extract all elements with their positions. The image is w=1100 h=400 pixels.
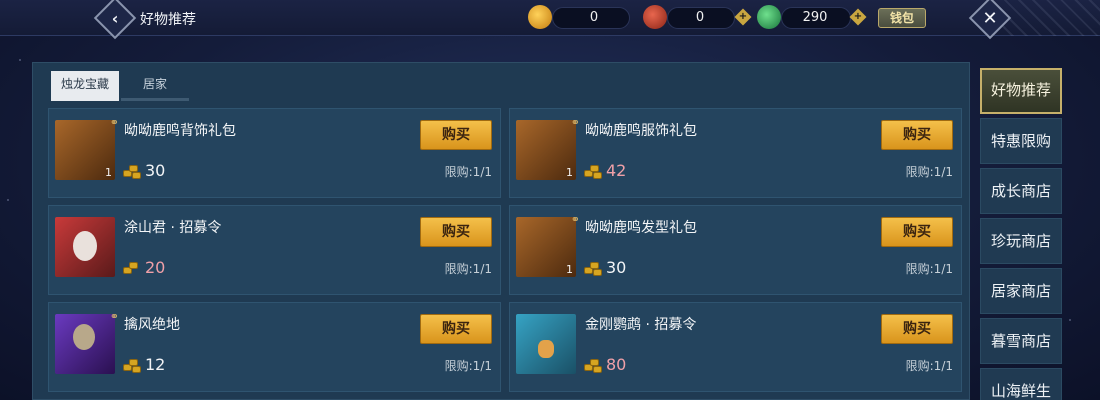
item-qty: 1: [105, 166, 112, 179]
plus-icon: +: [853, 11, 863, 22]
purchase-limit: 限购:1/1: [905, 165, 953, 179]
item-card: ⚭ 1 呦呦鹿鸣发型礼包 30 购买 限购:1/1: [509, 205, 962, 295]
link-icon: ⚭: [109, 116, 119, 129]
beak-icon: [538, 340, 554, 358]
gold-ingot-icon: [582, 356, 604, 374]
nav-item-treasure-shop[interactable]: 珍玩商店: [980, 218, 1062, 264]
balloon-icon: [73, 324, 95, 350]
top-bar: ‹ 好物推荐 0 0 + 290 + 钱包 ✕: [0, 0, 1100, 40]
buy-button[interactable]: 购买: [420, 120, 492, 150]
item-name: 金刚鹦鹉 · 招募令: [585, 317, 697, 333]
chevron-left-icon: ‹: [111, 8, 119, 28]
nav-item-special-offer[interactable]: 特惠限购: [980, 118, 1062, 164]
jade-icon: [757, 5, 781, 29]
item-card: 涂山君 · 招募令 20 购买 限购:1/1: [48, 205, 501, 295]
price-value: 30: [145, 161, 166, 180]
gift-box-thumbnail[interactable]: ⚭ 1: [516, 116, 580, 180]
mount-thumbnail[interactable]: ⚭: [55, 310, 119, 374]
tab-zhulong-treasure[interactable]: 烛龙宝藏: [51, 71, 119, 101]
nav-item-seafood-shop[interactable]: 山海鲜生: [980, 368, 1062, 400]
gold-ingot-icon: [528, 5, 552, 29]
gift-box-thumbnail[interactable]: ⚭ 1: [516, 213, 580, 277]
item-name: 擒风绝地: [124, 317, 180, 333]
close-icon: ✕: [982, 7, 998, 29]
item-card: ⚭ 1 呦呦鹿鸣服饰礼包 42 购买 限购:1/1: [509, 108, 962, 198]
link-icon: ⚭: [109, 310, 119, 323]
tab-bar: 烛龙宝藏 居家: [51, 71, 189, 101]
back-button[interactable]: ‹: [93, 0, 137, 40]
shop-category-nav: 好物推荐 特惠限购 成长商店 珍玩商店 居家商店 暮雪商店 山海鲜生: [980, 68, 1062, 400]
nav-item-growth-shop[interactable]: 成长商店: [980, 168, 1062, 214]
currency-gold: 0: [552, 7, 630, 29]
purchase-limit: 限购:1/1: [444, 262, 492, 276]
currency-jade: 290: [781, 7, 851, 29]
nav-item-home-shop[interactable]: 居家商店: [980, 268, 1062, 314]
price-value: 42: [606, 161, 627, 180]
item-price: 30: [121, 161, 165, 180]
price-value: 20: [145, 258, 166, 277]
item-name: 呦呦鹿鸣背饰礼包: [124, 123, 236, 139]
parrot-portrait-thumbnail[interactable]: [516, 314, 576, 374]
gold-ingot-icon: [121, 356, 143, 374]
price-value: 12: [145, 355, 166, 374]
item-price: 20: [121, 258, 165, 277]
gold-ingot-icon: [582, 259, 604, 277]
item-name: 涂山君 · 招募令: [124, 220, 222, 236]
item-card: 金刚鹦鹉 · 招募令 80 购买 限购:1/1: [509, 302, 962, 392]
item-price: 12: [121, 355, 165, 374]
buy-button[interactable]: 购买: [881, 314, 953, 344]
link-icon: ⚭: [570, 116, 580, 129]
buy-button[interactable]: 购买: [420, 314, 492, 344]
purchase-limit: 限购:1/1: [444, 165, 492, 179]
gold-ingot-icon: [582, 162, 604, 180]
wallet-button[interactable]: 钱包: [878, 8, 926, 28]
item-card: ⚭ 1 呦呦鹿鸣背饰礼包 30 购买 限购:1/1: [48, 108, 501, 198]
face-icon: [73, 231, 97, 261]
gift-box-thumbnail[interactable]: ⚭ 1: [55, 116, 119, 180]
buy-button[interactable]: 购买: [881, 120, 953, 150]
item-price: 80: [582, 355, 626, 374]
page-title: 好物推荐: [140, 12, 196, 28]
tab-home[interactable]: 居家: [121, 71, 189, 101]
item-qty: 1: [566, 263, 573, 276]
character-portrait-thumbnail[interactable]: [55, 217, 115, 277]
gold-ingot-icon: [121, 162, 143, 180]
currency-red-value: 0: [695, 10, 705, 25]
red-coin-icon: [643, 5, 667, 29]
decorative-pattern: [1000, 0, 1100, 36]
nav-item-snow-shop[interactable]: 暮雪商店: [980, 318, 1062, 364]
purchase-limit: 限购:1/1: [905, 359, 953, 373]
item-name: 呦呦鹿鸣服饰礼包: [585, 123, 697, 139]
currency-red: 0: [667, 7, 735, 29]
gold-ingot-icon: [121, 259, 143, 277]
plus-icon: +: [738, 11, 748, 22]
purchase-limit: 限购:1/1: [905, 262, 953, 276]
link-icon: ⚭: [570, 213, 580, 226]
item-name: 呦呦鹿鸣发型礼包: [585, 220, 697, 236]
currency-gold-value: 0: [589, 10, 599, 25]
buy-button[interactable]: 购买: [420, 217, 492, 247]
price-value: 30: [606, 258, 627, 277]
item-price: 42: [582, 161, 626, 180]
purchase-limit: 限购:1/1: [444, 359, 492, 373]
add-red-coin-button[interactable]: +: [734, 8, 752, 26]
buy-button[interactable]: 购买: [881, 217, 953, 247]
item-card: ⚭ 擒风绝地 12 购买 限购:1/1: [48, 302, 501, 392]
price-value: 80: [606, 355, 627, 374]
currency-jade-value: 290: [802, 10, 828, 25]
item-grid: ⚭ 1 呦呦鹿鸣背饰礼包 30 购买 限购:1/1 ⚭ 1 呦呦鹿鸣服饰礼包 4…: [48, 108, 962, 392]
item-price: 30: [582, 258, 626, 277]
item-qty: 1: [566, 166, 573, 179]
add-jade-button[interactable]: +: [849, 8, 867, 26]
nav-item-recommended[interactable]: 好物推荐: [980, 68, 1062, 114]
